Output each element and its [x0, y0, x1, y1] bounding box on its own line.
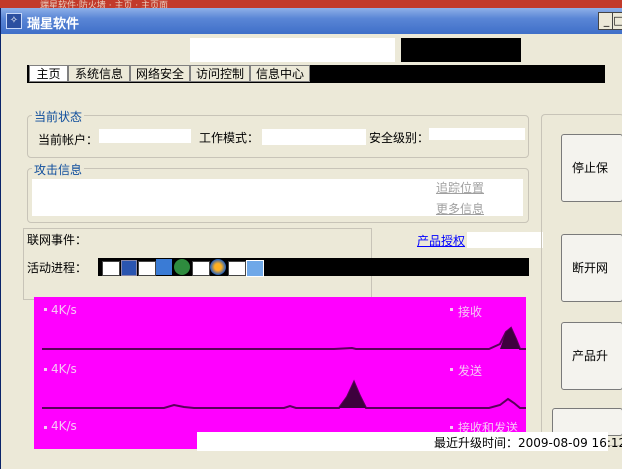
redacted-white-box: [190, 38, 395, 62]
trace-location-link[interactable]: 追踪位置: [436, 179, 484, 196]
graph-marker: [450, 426, 453, 429]
active-process-label: 活动进程：: [27, 261, 88, 275]
graph-marker: [44, 308, 47, 311]
send-label: 发送: [458, 364, 483, 378]
app-icon: ✧: [6, 13, 22, 29]
product-auth-value: [467, 232, 543, 248]
send-rate-label: 4K/s: [51, 362, 77, 376]
graph-marker: [44, 426, 47, 429]
account-label: 当前帐户：: [38, 133, 99, 147]
graph-marker: [450, 308, 453, 311]
account-value: [99, 129, 191, 143]
process-globe-icon[interactable]: [174, 259, 190, 275]
product-upgrade-button[interactable]: 产品升: [561, 322, 622, 390]
stop-protection-button[interactable]: 停止保: [561, 134, 622, 202]
more-info-link[interactable]: 更多信息: [436, 200, 484, 217]
process-firefox-icon[interactable]: [210, 259, 226, 275]
work-mode-label: 工作模式：: [199, 131, 260, 145]
both-rate-label: 4K/s: [51, 419, 77, 433]
graph-marker: [44, 368, 47, 371]
receive-rate-label: 4K/s: [51, 303, 77, 317]
security-level-value: [429, 128, 525, 140]
tab-info-center[interactable]: 信息中心: [250, 65, 310, 82]
title-bar[interactable]: ✧ 瑞星软件 _ □: [1, 8, 622, 34]
process-app-icon[interactable]: [121, 260, 137, 276]
send-traffic-line: [42, 379, 526, 409]
process-network-icon[interactable]: [156, 259, 172, 275]
redacted-black-box: [401, 38, 521, 62]
tab-bar: 主页 系统信息 网络安全 访问控制 信息中心: [27, 65, 605, 83]
process-window-icon[interactable]: [102, 261, 120, 276]
receive-label: 接收: [458, 305, 483, 319]
receive-traffic-line: [42, 326, 526, 350]
process-window-icon[interactable]: [228, 261, 246, 276]
current-status-title: 当前状态: [32, 108, 85, 125]
product-auth-link[interactable]: 产品授权: [417, 232, 465, 249]
process-display-icon[interactable]: [246, 260, 264, 277]
network-events-label: 联网事件：: [27, 233, 88, 247]
tab-system-info[interactable]: 系统信息: [68, 65, 130, 82]
tab-access-control[interactable]: 访问控制: [190, 65, 250, 82]
tab-network-security[interactable]: 网络安全: [130, 65, 190, 82]
background-window-strip: 端星软件·防火墙 · 主页 · 主页面: [0, 0, 622, 11]
disconnect-network-button[interactable]: 断开网: [561, 234, 622, 302]
work-mode-value: [262, 129, 366, 145]
main-window: ✧ 瑞星软件 _ □ 主页 系统信息 网络安全 访问控制 信息中心 当前状态 当…: [0, 8, 622, 469]
attack-info-title: 攻击信息: [32, 161, 85, 178]
tab-home[interactable]: 主页: [29, 65, 68, 82]
window-title: 瑞星软件: [27, 17, 80, 32]
traffic-graph: 4K/s 接收 4K/s 发送 4K/s 接收和发送: [34, 297, 526, 449]
graph-marker: [450, 368, 453, 371]
active-process-strip: [98, 258, 529, 277]
process-window-icon[interactable]: [192, 261, 210, 276]
process-window-icon[interactable]: [138, 261, 156, 276]
send-traffic-fill: [339, 382, 366, 408]
last-update-time: 最近升级时间：2009-08-09 16:12: [434, 436, 622, 450]
security-level-label: 安全级别：: [369, 131, 430, 145]
maximize-button[interactable]: □: [612, 12, 622, 30]
